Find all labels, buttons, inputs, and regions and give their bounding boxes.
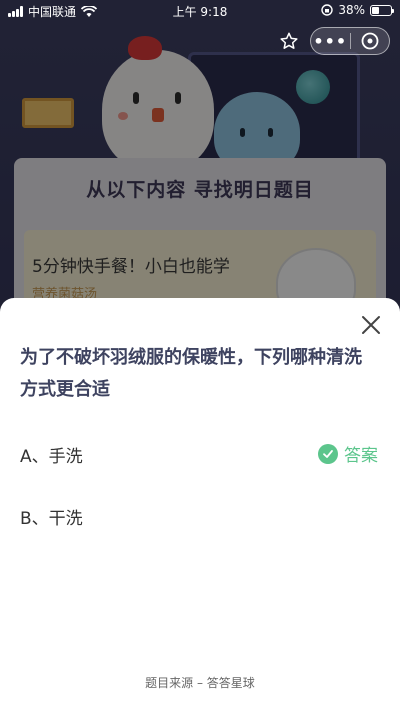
question-sheet: 为了不破坏羽绒服的保暖性，下列哪种清洗方式更合适 A、手洗 答案 B、干洗 题目… bbox=[0, 298, 400, 711]
question-text: 为了不破坏羽绒服的保暖性，下列哪种清洗方式更合适 bbox=[20, 347, 362, 400]
battery-icon bbox=[370, 4, 394, 16]
answer-label: 答案 bbox=[344, 446, 378, 466]
orientation-lock-icon bbox=[321, 4, 334, 16]
question-source: 题目来源 – 答答星球 bbox=[145, 676, 255, 690]
battery-percent: 38% bbox=[338, 3, 365, 17]
star-icon[interactable] bbox=[274, 26, 304, 56]
close-icon[interactable] bbox=[360, 314, 382, 336]
option-a[interactable]: A、手洗 答案 bbox=[0, 434, 400, 474]
status-bar: 中国联通 上午 9:18 38% bbox=[0, 0, 400, 22]
option-b-label: B、干洗 bbox=[20, 509, 83, 529]
answer-tag: 答案 bbox=[318, 441, 378, 466]
status-right: 38% bbox=[321, 3, 394, 17]
check-icon bbox=[318, 443, 338, 464]
option-b[interactable]: B、干洗 bbox=[0, 496, 400, 536]
close-circle-icon[interactable] bbox=[351, 32, 390, 50]
capsule-menu: ••• bbox=[310, 27, 390, 55]
option-a-label: A、手洗 bbox=[20, 447, 83, 467]
more-icon[interactable]: ••• bbox=[311, 32, 350, 51]
